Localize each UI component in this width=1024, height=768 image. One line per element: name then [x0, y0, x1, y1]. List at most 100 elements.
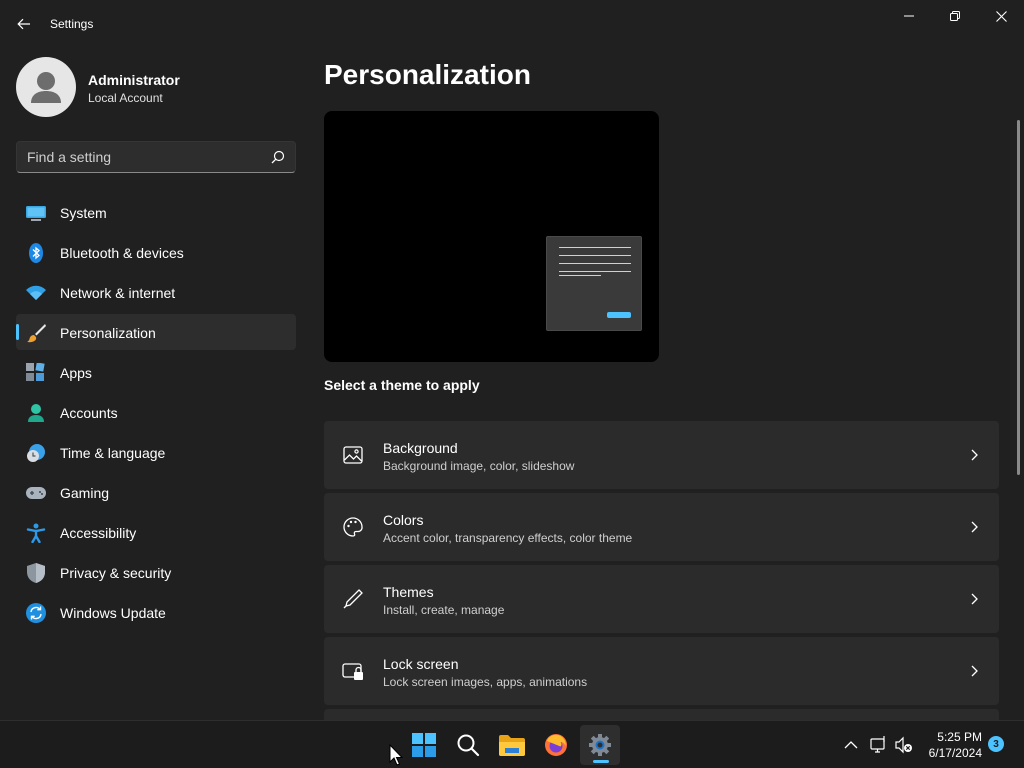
sidebar-item-apps[interactable]: Apps [16, 354, 296, 390]
sidebar-item-label: Accessibility [60, 525, 137, 541]
close-button[interactable] [978, 0, 1024, 32]
close-icon [995, 10, 1007, 22]
title-bar: Settings [0, 0, 1024, 48]
theme-section-heading: Select a theme to apply [324, 377, 480, 393]
apps-icon [26, 363, 46, 383]
card-title: Background [383, 440, 458, 456]
avatar[interactable] [16, 57, 76, 117]
sidebar-item-time-language[interactable]: Time & language [16, 434, 296, 470]
card-description: Accent color, transparency effects, colo… [383, 531, 633, 545]
file-explorer-icon [499, 735, 525, 756]
sidebar-item-personalization[interactable]: Personalization [16, 314, 296, 350]
show-hidden-icons-button[interactable] [841, 735, 861, 755]
settings-taskbar-button[interactable] [580, 725, 620, 765]
chevron-right-icon [971, 521, 978, 533]
sidebar-item-bluetooth[interactable]: Bluetooth & devices [16, 234, 296, 270]
user-avatar-icon [31, 72, 61, 103]
gamepad-icon [26, 483, 46, 503]
sidebar-item-label: Accounts [60, 405, 118, 421]
sidebar-item-windows-update[interactable]: Windows Update [16, 594, 296, 630]
scrollbar[interactable] [1017, 120, 1020, 475]
bluetooth-icon [26, 243, 46, 263]
accounts-icon [26, 403, 46, 423]
palette-icon [343, 517, 363, 537]
firefox-icon [545, 734, 567, 756]
taskbar: 5:25 PM 6/17/2024 [0, 720, 1024, 768]
colors-setting-card[interactable]: Colors Accent color, transparency effect… [324, 493, 999, 561]
taskbar-search-button[interactable] [448, 725, 488, 765]
card-description: Lock screen images, apps, animations [383, 675, 588, 689]
sidebar-item-label: Windows Update [60, 605, 166, 621]
file-explorer-button[interactable] [492, 725, 532, 765]
preview-window-mockup [546, 236, 642, 331]
sidebar-item-label: System [60, 205, 107, 221]
firefox-button[interactable] [536, 725, 576, 765]
sidebar-item-label: Bluetooth & devices [60, 245, 184, 261]
account-type: Local Account [88, 91, 163, 105]
time-language-icon [26, 443, 46, 463]
picture-icon [343, 446, 363, 464]
clock-date: 6/17/2024 [928, 746, 982, 760]
sidebar-item-label: Time & language [60, 445, 166, 461]
clock-time: 5:25 PM [937, 730, 982, 744]
sidebar-item-privacy-security[interactable]: Privacy & security [16, 554, 296, 590]
sidebar-nav: System Bluetooth & devices Network & int… [16, 194, 296, 634]
card-description: Background image, color, slideshow [383, 459, 575, 473]
sidebar-item-accessibility[interactable]: Accessibility [16, 514, 296, 550]
restore-icon [950, 11, 960, 21]
settings-icon [589, 734, 611, 756]
background-setting-card[interactable]: Background Background image, color, slid… [324, 421, 999, 489]
start-button[interactable] [404, 725, 444, 765]
themes-setting-card[interactable]: Themes Install, create, manage [324, 565, 999, 633]
accessibility-icon [26, 523, 46, 543]
sidebar-item-label: Apps [60, 365, 92, 381]
mouse-cursor-icon [389, 744, 403, 766]
volume-tray-button[interactable] [894, 735, 914, 755]
pen-icon [343, 589, 363, 609]
preview-accent-button [607, 312, 631, 318]
active-app-indicator [593, 760, 609, 763]
card-title: Lock screen [383, 656, 459, 672]
sidebar-item-label: Network & internet [60, 285, 176, 301]
network-disconnected-icon [870, 736, 885, 753]
wifi-icon [26, 283, 46, 303]
update-icon [26, 603, 46, 623]
sidebar-item-system[interactable]: System [16, 194, 296, 230]
card-description: Install, create, manage [383, 603, 505, 617]
search-icon[interactable] [271, 150, 285, 164]
search-icon [457, 734, 480, 757]
minimize-icon [904, 15, 914, 17]
back-button[interactable] [10, 10, 38, 38]
shield-icon [26, 563, 46, 583]
chevron-right-icon [971, 449, 978, 461]
sidebar-item-accounts[interactable]: Accounts [16, 394, 296, 430]
brush-icon [26, 323, 46, 343]
lock-screen-setting-card[interactable]: Lock screen Lock screen images, apps, an… [324, 637, 999, 705]
chevron-right-icon [971, 665, 978, 677]
system-icon [26, 203, 46, 223]
chevron-up-icon [844, 741, 858, 749]
sidebar-item-label: Gaming [60, 485, 110, 501]
chevron-right-icon [971, 593, 978, 605]
clock[interactable]: 5:25 PM 6/17/2024 [920, 729, 982, 761]
sidebar-item-label: Personalization [60, 325, 156, 341]
page-title: Personalization [324, 59, 531, 90]
sidebar-item-gaming[interactable]: Gaming [16, 474, 296, 510]
notification-badge[interactable]: 3 [988, 736, 1004, 752]
start-icon [412, 733, 436, 757]
volume-muted-icon [895, 736, 912, 754]
card-title: Themes [383, 584, 434, 600]
theme-preview [324, 111, 659, 362]
search-box [16, 141, 296, 173]
settings-window: Settings Administrator Local Account Fin… [0, 0, 1024, 720]
minimize-button[interactable] [886, 0, 932, 32]
network-tray-button[interactable] [869, 735, 889, 755]
sidebar-item-label: Privacy & security [60, 565, 172, 581]
search-input[interactable] [17, 142, 257, 172]
user-name: Administrator [88, 72, 180, 88]
restore-button[interactable] [932, 0, 978, 32]
sidebar-item-network[interactable]: Network & internet [16, 274, 296, 310]
lock-screen-icon [342, 663, 363, 680]
app-title: Settings [50, 17, 94, 31]
next-setting-card[interactable] [324, 709, 999, 720]
